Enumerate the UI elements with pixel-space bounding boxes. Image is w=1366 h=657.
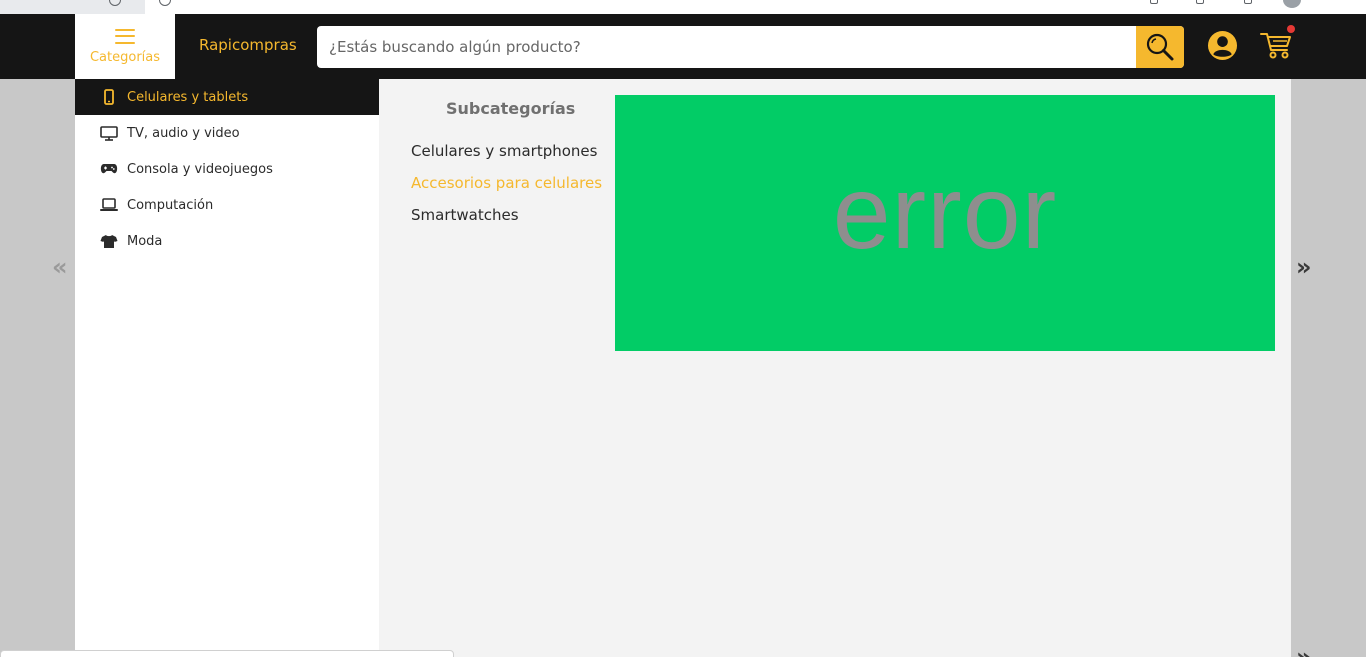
- search-button[interactable]: [1136, 26, 1184, 68]
- search-input[interactable]: [317, 26, 1136, 68]
- monitor-icon: [100, 124, 118, 142]
- sidebar-item-moda[interactable]: Moda: [75, 223, 379, 259]
- categories-button[interactable]: Categorías: [75, 14, 175, 79]
- extension-icon[interactable]: [1150, 0, 1158, 4]
- sidebar-item-computacion[interactable]: Computación: [75, 187, 379, 223]
- browser-toolbar: [0, 0, 1366, 14]
- user-icon[interactable]: [1207, 30, 1238, 61]
- cart-notification-badge: [1287, 25, 1295, 33]
- bottom-popup-edge: [0, 650, 454, 657]
- sidebar-item-label: Celulares y tablets: [127, 89, 249, 105]
- sidebar-item-consola[interactable]: Consola y videojuegos: [75, 151, 379, 187]
- tab-search-icon[interactable]: [1244, 0, 1252, 4]
- banner-error-text: error: [832, 154, 1058, 271]
- sidebar-item-label: TV, audio y video: [127, 125, 240, 141]
- phone-icon: [100, 88, 118, 106]
- sidebar-item-label: Moda: [127, 233, 163, 249]
- search-icon: [1146, 33, 1174, 61]
- cart-icon[interactable]: [1259, 28, 1295, 62]
- gamepad-icon: [100, 160, 118, 178]
- subcategory-link[interactable]: Celulares y smartphones: [411, 142, 597, 160]
- carousel-prev-button[interactable]: «: [52, 255, 68, 279]
- profile-avatar[interactable]: [1283, 0, 1301, 8]
- sidebar-item-celulares[interactable]: Celulares y tablets: [75, 79, 379, 115]
- browser-tab-area: [0, 0, 145, 14]
- share-icon[interactable]: [1196, 0, 1204, 4]
- carousel-next-button[interactable]: »: [1296, 255, 1312, 279]
- subcategory-link[interactable]: Smartwatches: [411, 206, 519, 224]
- carousel-next-button-secondary[interactable]: »: [1296, 645, 1312, 657]
- subcategories-title: Subcategorías: [446, 99, 576, 118]
- laptop-icon: [100, 196, 118, 214]
- brand-link[interactable]: Rapicompras: [199, 36, 297, 54]
- search-bar: [317, 26, 1184, 68]
- sidebar-item-label: Computación: [127, 197, 214, 213]
- sidebar-item-tv[interactable]: TV, audio y video: [75, 115, 379, 151]
- category-sidebar: Celulares y tablets TV, audio y video Co…: [75, 79, 379, 657]
- categories-label: Categorías: [89, 49, 161, 65]
- shirt-icon: [100, 232, 118, 250]
- site-info-icon[interactable]: [159, 0, 171, 6]
- top-navbar: Categorías Rapicompras: [0, 14, 1366, 79]
- promo-banner[interactable]: error: [615, 95, 1275, 351]
- menu-icon: [115, 28, 135, 44]
- sidebar-item-label: Consola y videojuegos: [127, 161, 273, 177]
- subcategory-link[interactable]: Accesorios para celulares: [411, 174, 602, 192]
